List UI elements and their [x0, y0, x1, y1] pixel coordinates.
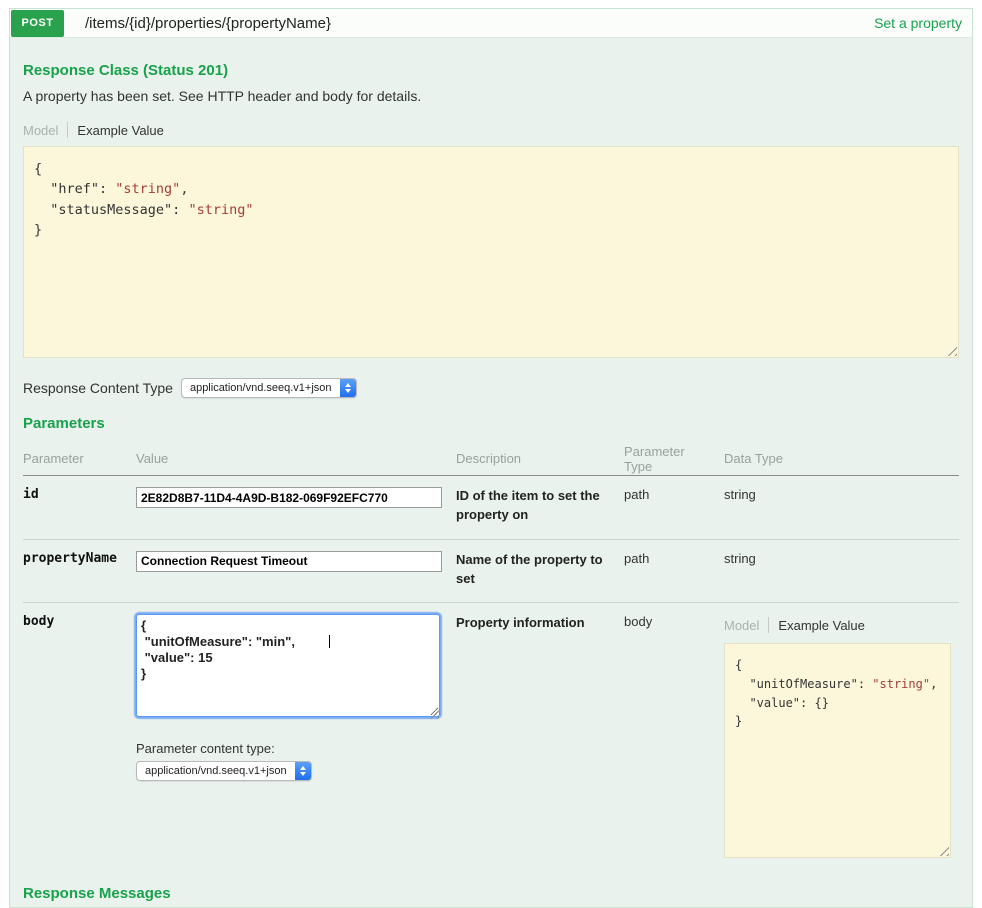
param-name: propertyName: [23, 551, 136, 589]
resize-gripper-icon[interactable]: [938, 845, 949, 856]
param-data-type: string: [724, 487, 959, 525]
tab-divider: [67, 122, 68, 138]
resize-gripper-icon[interactable]: [946, 345, 957, 356]
operation-panel: POST /items/{id}/properties/{propertyNam…: [9, 8, 973, 908]
select-value: application/vnd.seeq.v1+json: [145, 765, 295, 777]
tab-example-value[interactable]: Example Value: [778, 618, 864, 633]
endpoint-path[interactable]: /items/{id}/properties/{propertyName}: [85, 15, 331, 32]
body-example-box: { "unitOfMeasure": "string", "value": {}…: [724, 643, 951, 858]
propertyName-value-input[interactable]: [136, 551, 442, 572]
operation-summary-link[interactable]: Set a property: [874, 15, 962, 31]
column-header-parameter: Parameter: [23, 451, 136, 466]
tab-divider: [768, 617, 769, 633]
select-stepper-icon: [340, 379, 356, 397]
response-example-code: { "href": "string", "statusMessage": "st…: [34, 159, 948, 240]
param-type: body: [624, 614, 724, 858]
body-data-type-tabs: Model Example Value: [724, 616, 959, 634]
id-value-input[interactable]: [136, 487, 442, 508]
table-row-id: id ID of the item to set the property on…: [23, 476, 959, 540]
select-value: application/vnd.seeq.v1+json: [190, 382, 340, 394]
body-example-code: { "unitOfMeasure": "string", "value": {}…: [735, 656, 940, 730]
operation-content: Response Class (Status 201) A property h…: [10, 62, 972, 902]
column-header-data-type: Data Type: [724, 451, 959, 466]
param-description: ID of the item to set the property on: [456, 487, 624, 525]
response-content-type-select[interactable]: application/vnd.seeq.v1+json: [181, 378, 357, 398]
body-textarea-wrap: { "unitOfMeasure": "min", "value": 15 }: [136, 614, 440, 720]
column-header-parameter-type: Parameter Type: [624, 444, 714, 474]
select-stepper-icon: [295, 762, 311, 780]
parameters-table-header: Parameter Value Description Parameter Ty…: [23, 442, 959, 476]
parameters-table: Parameter Value Description Parameter Ty…: [23, 442, 959, 872]
response-example-box: { "href": "string", "statusMessage": "st…: [23, 146, 959, 358]
post-method-badge[interactable]: POST: [11, 10, 64, 37]
table-row-propertyName: propertyName Name of the property to set…: [23, 540, 959, 604]
column-header-value: Value: [136, 451, 456, 466]
parameter-content-type-select[interactable]: application/vnd.seeq.v1+json: [136, 761, 312, 781]
param-type: path: [624, 487, 724, 525]
param-type: path: [624, 551, 724, 589]
response-class-tabs: Model Example Value: [23, 121, 959, 139]
param-data-type: string: [724, 551, 959, 589]
tab-model[interactable]: Model: [23, 123, 58, 138]
param-name: id: [23, 487, 136, 525]
tab-example-value[interactable]: Example Value: [77, 123, 163, 138]
param-description: Property information: [456, 614, 624, 858]
operation-heading: POST /items/{id}/properties/{propertyNam…: [10, 9, 972, 38]
response-class-description: A property has been set. See HTTP header…: [23, 88, 959, 104]
response-content-type-row: Response Content Type application/vnd.se…: [23, 378, 959, 398]
text-caret: [329, 635, 330, 648]
response-content-type-label: Response Content Type: [23, 380, 173, 396]
parameters-title: Parameters: [23, 415, 959, 432]
response-messages-title: Response Messages: [23, 885, 959, 902]
body-value-textarea[interactable]: { "unitOfMeasure": "min", "value": 15 }: [136, 614, 440, 717]
column-header-description: Description: [456, 451, 624, 466]
param-name: body: [23, 614, 136, 858]
response-class-title: Response Class (Status 201): [23, 62, 959, 79]
table-row-body: body { "unitOfMeasure": "min", "value": …: [23, 603, 959, 872]
param-description: Name of the property to set: [456, 551, 624, 589]
parameter-content-type-label: Parameter content type:: [136, 741, 456, 756]
tab-model[interactable]: Model: [724, 618, 759, 633]
